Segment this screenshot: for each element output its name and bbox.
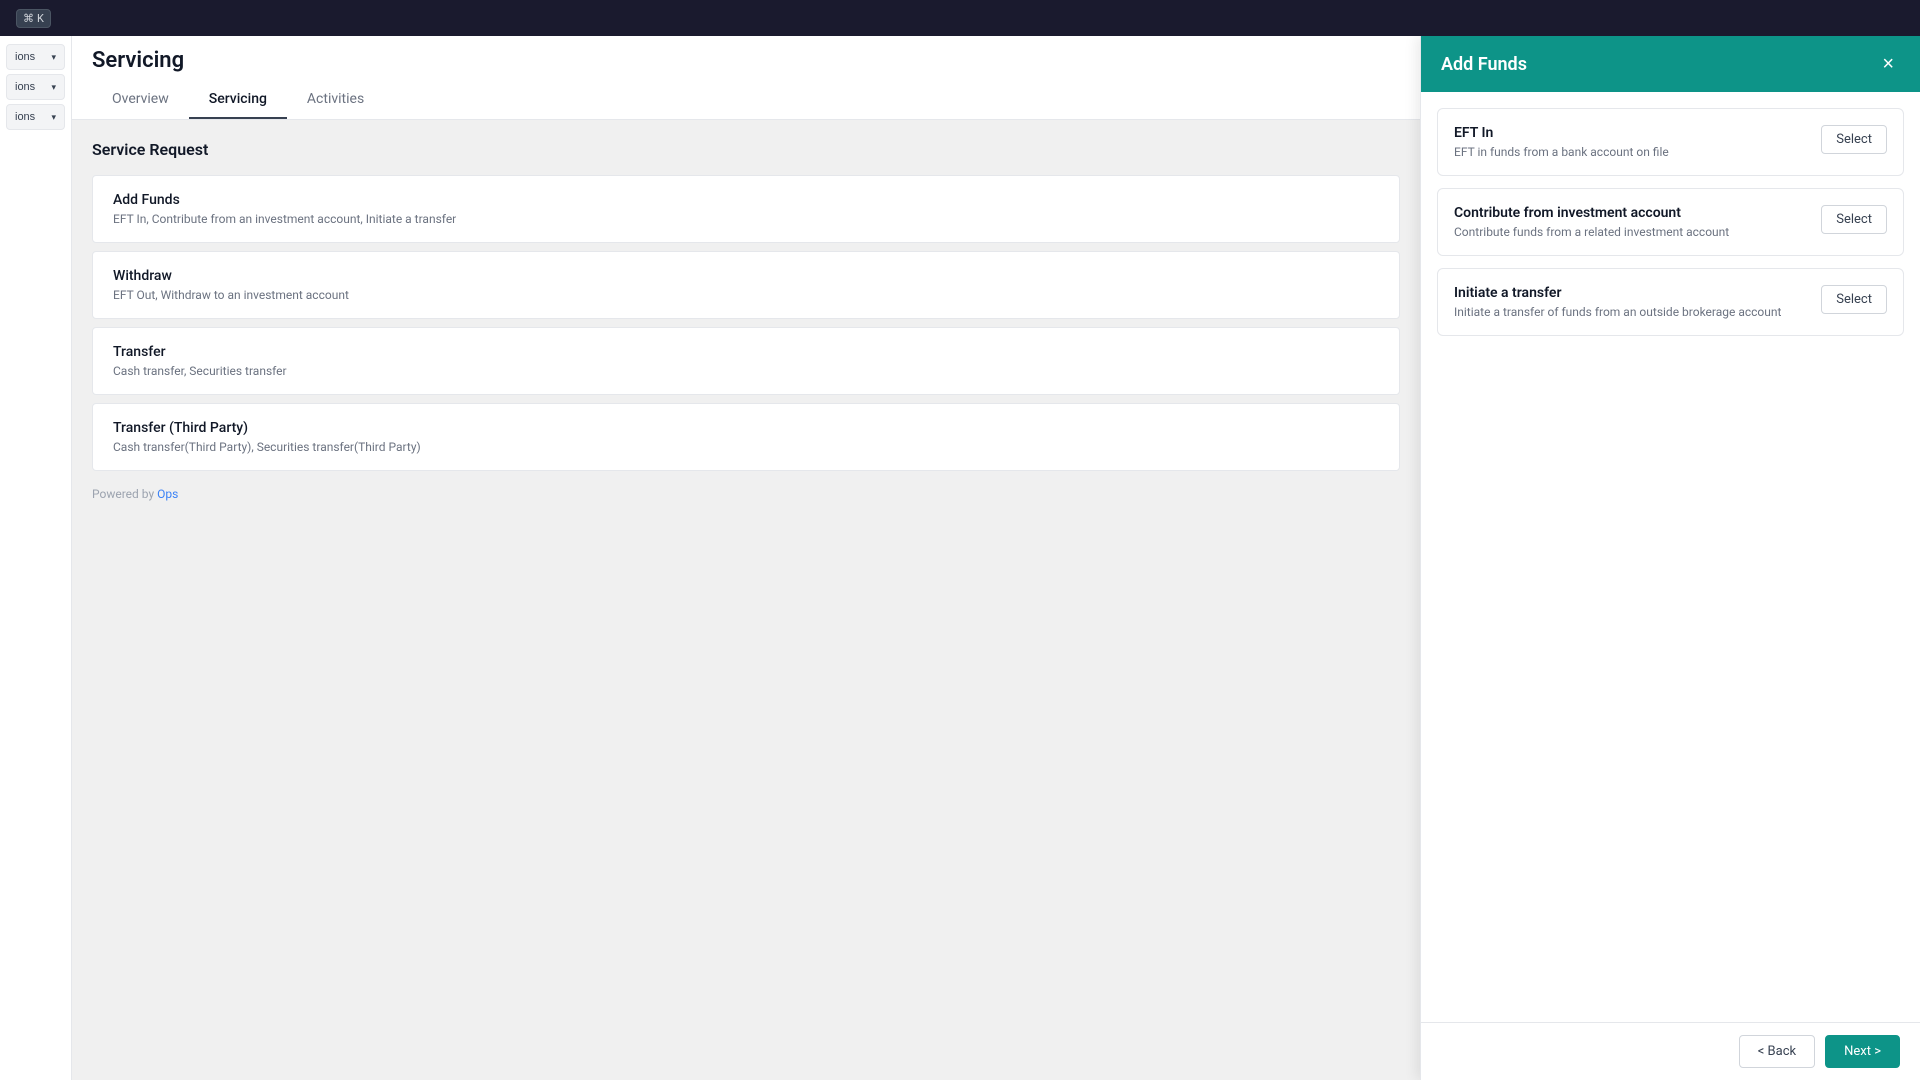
next-button[interactable]: Next > [1825, 1035, 1900, 1068]
service-card-subtitle-transfer: Cash transfer, Securities transfer [113, 364, 1379, 378]
fund-option-desc-eft: EFT in funds from a bank account on file [1454, 145, 1805, 159]
back-button[interactable]: < Back [1739, 1035, 1815, 1068]
fund-option-desc-transfer: Initiate a transfer of funds from an out… [1454, 305, 1805, 319]
top-bar: ⌘ K [16, 9, 51, 28]
service-card-title-withdraw: Withdraw [113, 268, 1379, 284]
tab-servicing[interactable]: Servicing [189, 81, 287, 119]
fund-option-title-transfer: Initiate a transfer [1454, 285, 1805, 301]
tab-activities[interactable]: Activities [287, 81, 384, 119]
sidebar-item-actions-3[interactable]: ions ▾ [6, 104, 65, 130]
service-card-withdraw[interactable]: Withdraw EFT Out, Withdraw to an investm… [92, 251, 1400, 319]
service-card-transfer[interactable]: Transfer Cash transfer, Securities trans… [92, 327, 1400, 395]
chevron-down-icon: ▾ [51, 52, 56, 63]
main-area: Servicing Overview Servicing Activities … [72, 36, 1420, 1080]
powered-by-link[interactable]: Ops [157, 487, 178, 501]
fund-option-title-contribute: Contribute from investment account [1454, 205, 1805, 221]
service-request-title: Service Request [92, 140, 1400, 159]
powered-by: Powered by Ops [92, 487, 1400, 501]
fund-option-info-transfer: Initiate a transfer Initiate a transfer … [1454, 285, 1805, 319]
chevron-down-icon-3: ▾ [51, 112, 56, 123]
service-card-subtitle-third-party: Cash transfer(Third Party), Securities t… [113, 440, 1379, 454]
fund-option-eft-in: EFT In EFT in funds from a bank account … [1437, 108, 1904, 176]
chevron-down-icon-2: ▾ [51, 82, 56, 93]
tab-overview[interactable]: Overview [92, 81, 189, 119]
fund-option-desc-contribute: Contribute funds from a related investme… [1454, 225, 1805, 239]
fund-option-title-eft: EFT In [1454, 125, 1805, 141]
cmd-symbol: ⌘ [23, 12, 34, 25]
page-title: Servicing [92, 48, 184, 81]
page-header: Servicing Overview Servicing Activities [72, 36, 1420, 120]
fund-option-info-eft: EFT In EFT in funds from a bank account … [1454, 125, 1805, 159]
service-card-subtitle-add-funds: EFT In, Contribute from an investment ac… [113, 212, 1379, 226]
service-card-transfer-third-party[interactable]: Transfer (Third Party) Cash transfer(Thi… [92, 403, 1400, 471]
tabs-row: Overview Servicing Activities [72, 81, 1420, 119]
service-cards-list: Add Funds EFT In, Contribute from an inv… [92, 175, 1400, 471]
service-card-subtitle-withdraw: EFT Out, Withdraw to an investment accou… [113, 288, 1379, 302]
fund-option-info-contribute: Contribute from investment account Contr… [1454, 205, 1805, 239]
service-card-title-add-funds: Add Funds [113, 192, 1379, 208]
cmd-badge[interactable]: ⌘ K [16, 9, 51, 28]
add-funds-drawer: Add Funds × EFT In EFT in funds from a b… [1420, 36, 1920, 1080]
sidebar-item-actions-1[interactable]: ions ▾ [6, 44, 65, 70]
drawer-footer: < Back Next > [1421, 1022, 1920, 1080]
content-area: Service Request Add Funds EFT In, Contri… [72, 120, 1420, 1080]
service-card-title-transfer: Transfer [113, 344, 1379, 360]
service-card-title-third-party: Transfer (Third Party) [113, 420, 1379, 436]
service-card-add-funds[interactable]: Add Funds EFT In, Contribute from an inv… [92, 175, 1400, 243]
cmd-key: K [37, 12, 44, 25]
left-panel: ions ▾ ions ▾ ions ▾ [0, 36, 72, 1080]
select-button-eft[interactable]: Select [1821, 125, 1887, 154]
fund-option-contribute: Contribute from investment account Contr… [1437, 188, 1904, 256]
fund-option-transfer: Initiate a transfer Initiate a transfer … [1437, 268, 1904, 336]
drawer-title: Add Funds [1441, 54, 1527, 75]
drawer-close-button[interactable]: × [1876, 52, 1900, 76]
drawer-body: EFT In EFT in funds from a bank account … [1421, 92, 1920, 1022]
sidebar-item-actions-2[interactable]: ions ▾ [6, 74, 65, 100]
select-button-contribute[interactable]: Select [1821, 205, 1887, 234]
select-button-transfer[interactable]: Select [1821, 285, 1887, 314]
drawer-header: Add Funds × [1421, 36, 1920, 92]
